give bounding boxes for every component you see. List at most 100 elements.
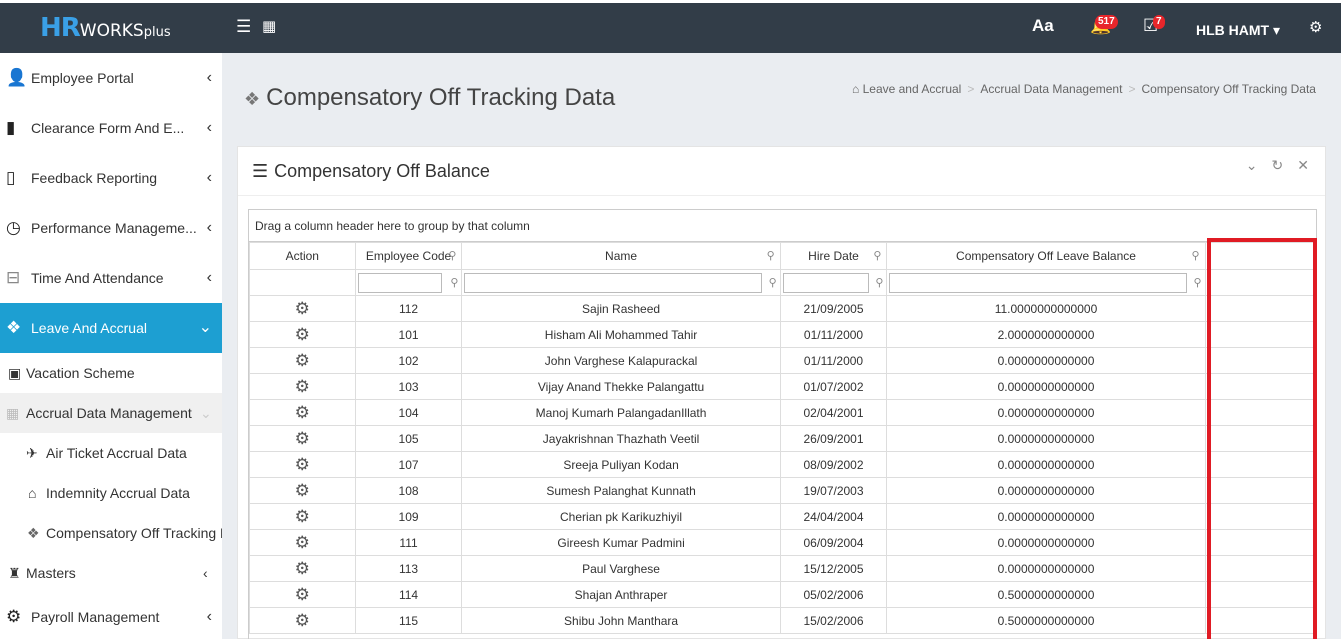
hire-date-cell: 26/09/2001: [779, 425, 888, 452]
action-cell: ⚙: [249, 425, 356, 452]
hire-date-cell: 02/04/2001: [779, 399, 888, 426]
column-header-action[interactable]: Action: [249, 242, 356, 270]
collapse-icon[interactable]: ⌄: [1246, 157, 1258, 173]
table-row[interactable]: ⚙ 107 Sreeja Puliyan Kodan 08/09/2002 0.0000…: [249, 451, 1316, 478]
gear-icon[interactable]: ⚙: [295, 533, 310, 552]
plane-icon: ✈: [26, 445, 38, 461]
group-by-area[interactable]: Drag a column header here to group by th…: [249, 210, 1316, 242]
sidebar-item-label: Performance Manageme...: [31, 220, 197, 236]
gear-icon[interactable]: ⚙: [295, 507, 310, 526]
hire-date-cell: 24/04/2004: [779, 503, 888, 530]
hire-date-cell: 01/11/2000: [779, 321, 888, 348]
user-menu[interactable]: HLB HAMT ▾: [1196, 22, 1280, 39]
sidebar-item-feedback[interactable]: ▯ Feedback Reporting ‹: [0, 153, 222, 203]
column-header-hire-date[interactable]: Hire Date ⚲: [779, 242, 888, 270]
table-row[interactable]: ⚙ 111 Gireesh Kumar Padmini 06/09/2004 0.000…: [249, 529, 1316, 556]
table-row[interactable]: ⚙ 109 Cherian pk Karikuzhiyil 24/04/2004 0.0…: [249, 503, 1316, 530]
grid-icon[interactable]: ▦: [262, 17, 276, 35]
notifications-badge: 517: [1095, 15, 1118, 29]
sidebar-item-time-attendance[interactable]: ⊟ Time And Attendance ‹: [0, 253, 222, 303]
name-cell: Sajin Rasheed: [461, 295, 781, 322]
column-header-balance[interactable]: Compensatory Off Leave Balance ⚲: [886, 242, 1206, 270]
sidebar-subitem-air-ticket[interactable]: ✈ Air Ticket Accrual Data: [0, 433, 222, 473]
column-header-name[interactable]: Name ⚲: [461, 242, 781, 270]
gear-icon[interactable]: ⚙: [295, 299, 310, 318]
font-size-icon[interactable]: Aa: [1032, 16, 1054, 36]
app-logo[interactable]: HRWORKSplus: [40, 13, 171, 43]
user-name: HLB HAMT: [1196, 22, 1270, 38]
sidebar-subitem-accrual-data[interactable]: ▦ Accrual Data Management ⌄: [0, 393, 222, 433]
column-header-employee-code[interactable]: Employee Code ⚲: [354, 242, 463, 270]
action-cell: ⚙: [249, 529, 356, 556]
tasks-badge: 7: [1153, 15, 1165, 29]
close-icon[interactable]: ✕: [1297, 157, 1309, 173]
filter-input-employee-code[interactable]: [357, 273, 442, 293]
sidebar-item-label: Payroll Management: [31, 609, 160, 625]
gear-icon[interactable]: ⚙: [295, 325, 310, 344]
name-cell: Vijay Anand Thekke Palangattu: [461, 373, 781, 400]
name-cell: Paul Varghese: [461, 555, 781, 582]
table-row[interactable]: ⚙ 102 John Varghese Kalapurackal 01/11/2000…: [249, 347, 1316, 374]
sidebar-item-performance[interactable]: ◷ Performance Manageme... ‹: [0, 203, 222, 253]
employee-code-cell: 112: [354, 295, 463, 322]
sidebar-item-payroll[interactable]: ⚙ Payroll Management ‹: [0, 593, 222, 639]
settings-gears-icon[interactable]: ⚙: [1309, 18, 1322, 36]
sidebar-subitem-comp-off[interactable]: ❖ Compensatory Off Tracking Data: [0, 513, 222, 553]
balance-cell: 0.0000000000000: [886, 451, 1206, 478]
table-row[interactable]: ⚙ 112 Sajin Rasheed 21/09/2005 11.0000000000…: [249, 295, 1316, 322]
user-icon: 👤: [6, 68, 28, 87]
table-row[interactable]: ⚙ 103 Vijay Anand Thekke Palangattu 01/07/2…: [249, 373, 1316, 400]
balance-cell: 0.5000000000000: [886, 581, 1206, 608]
sidebar-subitem-vacation-scheme[interactable]: ▣ Vacation Scheme: [0, 353, 222, 393]
sidebar-item-employee-portal[interactable]: 👤 Employee Portal ‹: [0, 53, 222, 103]
table-row[interactable]: ⚙ 114 Shajan Anthraper 05/02/2006 0.50000000…: [249, 581, 1316, 608]
gear-icon[interactable]: ⚙: [295, 455, 310, 474]
sidebar-item-leave-accrual[interactable]: ❖ Leave And Accrual ⌄: [0, 303, 222, 353]
filter-icon[interactable]: ⚲: [1192, 249, 1200, 262]
hire-date-cell: 01/07/2002: [779, 373, 888, 400]
filter-icon[interactable]: ⚲: [769, 276, 777, 289]
gear-icon[interactable]: ⚙: [295, 559, 310, 578]
page-title: ❖ Compensatory Off Tracking Data: [244, 84, 615, 112]
table-row[interactable]: ⚙ 108 Sumesh Palanghat Kunnath 19/07/2003 0.…: [249, 477, 1316, 504]
filter-icon[interactable]: ⚲: [450, 276, 458, 289]
sidebar: 👤 Employee Portal ‹ ▮ Clearance Form And…: [0, 53, 222, 639]
refresh-icon[interactable]: ↻: [1272, 157, 1284, 173]
table-row[interactable]: ⚙ 115 Shibu John Manthara 15/02/2006 0.50000…: [249, 607, 1316, 634]
table-row[interactable]: ⚙ 104 Manoj Kumarh PalangadanIllath 02/04/2…: [249, 399, 1316, 426]
name-cell: Jayakrishnan Thazhath Veetil: [461, 425, 781, 452]
sidebar-item-clearance[interactable]: ▮ Clearance Form And E... ‹: [0, 103, 222, 153]
breadcrumb-item[interactable]: Leave and Accrual: [863, 82, 962, 96]
gear-icon[interactable]: ⚙: [295, 377, 310, 396]
notebook-icon: ▯: [6, 168, 16, 187]
gear-icon[interactable]: ⚙: [295, 351, 310, 370]
filter-icon[interactable]: ⚲: [448, 249, 456, 262]
employee-code-cell: 115: [354, 607, 463, 634]
sidebar-item-masters[interactable]: ♜ Masters ‹: [0, 553, 222, 593]
gear-icon[interactable]: ⚙: [295, 403, 310, 422]
sidebar-subitem-indemnity[interactable]: ⌂ Indemnity Accrual Data: [0, 473, 222, 513]
filter-icon[interactable]: ⚲: [1194, 276, 1202, 289]
filter-input-hire-date[interactable]: [782, 273, 869, 293]
name-cell: Sreeja Puliyan Kodan: [461, 451, 781, 478]
filter-icon[interactable]: ⚲: [873, 249, 881, 262]
breadcrumb-item[interactable]: Accrual Data Management: [980, 82, 1122, 96]
compensatory-off-panel: ☰ Compensatory Off Balance ⌄ ↻ ✕ Drag a col…: [237, 146, 1326, 639]
table-row[interactable]: ⚙ 105 Jayakrishnan Thazhath Veetil 26/09/20…: [249, 425, 1316, 452]
hamburger-icon[interactable]: ☰: [236, 17, 251, 37]
chevron-left-icon: ‹: [206, 219, 212, 236]
table-row[interactable]: ⚙ 101 Hisham Ali Mohammed Tahir 01/11/2000 2…: [249, 321, 1316, 348]
list-icon: ☰: [252, 161, 269, 181]
gear-icon[interactable]: ⚙: [295, 585, 310, 604]
table-row[interactable]: ⚙ 113 Paul Varghese 15/12/2005 0.00000000000…: [249, 555, 1316, 582]
balance-cell: 0.0000000000000: [886, 399, 1206, 426]
filter-input-name[interactable]: [464, 273, 763, 293]
filter-icon[interactable]: ⚲: [767, 249, 775, 262]
gear-icon[interactable]: ⚙: [295, 611, 310, 630]
name-cell: Cherian pk Karikuzhiyil: [461, 503, 781, 530]
gear-icon[interactable]: ⚙: [295, 481, 310, 500]
filter-input-balance[interactable]: [889, 273, 1188, 293]
gear-icon[interactable]: ⚙: [295, 429, 310, 448]
filter-cell-hire: ⚲: [779, 269, 888, 296]
filter-icon[interactable]: ⚲: [875, 276, 883, 289]
